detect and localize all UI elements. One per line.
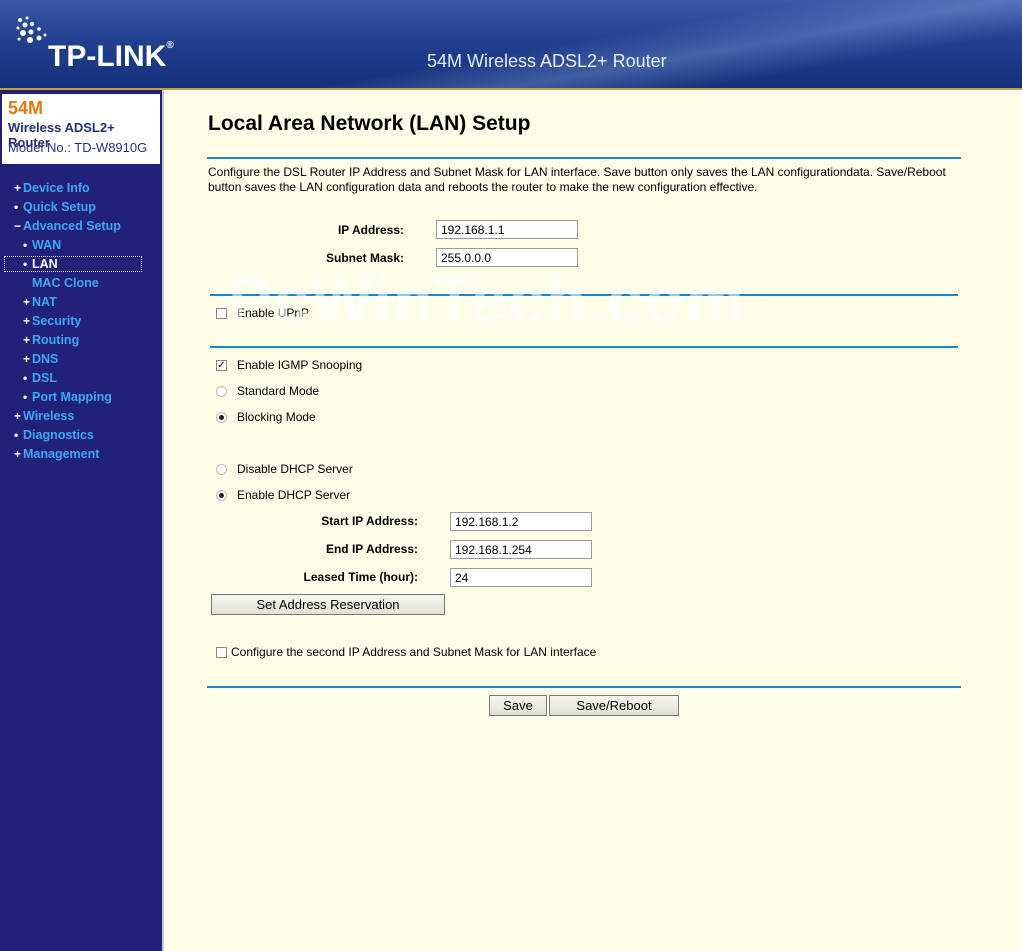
- nav-item-management[interactable]: + Management: [14, 447, 99, 461]
- enable-dhcp-radio[interactable]: [216, 490, 227, 501]
- nav-item-dns[interactable]: + DNS: [23, 352, 58, 366]
- second-ip-checkbox[interactable]: [216, 647, 227, 658]
- nav-item-mac-clone[interactable]: MAC Clone: [23, 276, 99, 290]
- nav-item-wan[interactable]: • WAN: [23, 238, 61, 252]
- divider: [210, 294, 958, 296]
- nav-item-wireless[interactable]: + Wireless: [14, 409, 74, 423]
- upnp-checkbox[interactable]: [216, 308, 227, 319]
- divider: [207, 157, 961, 159]
- nav-item-lan[interactable]: • LAN: [4, 256, 142, 272]
- header-banner: TP-LINK® 54M Wireless ADSL2+ Router: [0, 0, 1022, 90]
- nav-item-device-info[interactable]: + Device Info: [14, 181, 90, 195]
- blocking-mode-label: Blocking Mode: [237, 410, 316, 424]
- sidebar: 54M Wireless ADSL2+ Router Model No.: TD…: [0, 90, 164, 951]
- nav-item-diagnostics[interactable]: • Diagnostics: [14, 428, 94, 442]
- blocking-mode-radio[interactable]: [216, 412, 227, 423]
- nav-item-security[interactable]: + Security: [23, 314, 81, 328]
- second-ip-label: Configure the second IP Address and Subn…: [231, 645, 597, 659]
- main-content: Local Area Network (LAN) Setup Configure…: [164, 90, 1022, 951]
- ip-address-input[interactable]: [436, 220, 578, 239]
- start-ip-label: Start IP Address:: [321, 514, 418, 528]
- nav-item-dsl[interactable]: • DSL: [23, 371, 57, 385]
- disable-dhcp-label: Disable DHCP Server: [237, 462, 353, 476]
- set-address-reservation-button[interactable]: Set Address Reservation: [211, 594, 445, 615]
- nav-item-advanced-setup[interactable]: − Advanced Setup: [14, 219, 121, 233]
- nav-item-routing[interactable]: + Routing: [23, 333, 79, 347]
- end-ip-label: End IP Address:: [325, 542, 418, 556]
- enable-dhcp-label: Enable DHCP Server: [237, 488, 351, 502]
- end-ip-input[interactable]: [450, 540, 592, 559]
- model-number: Model No.: TD-W8910G: [8, 140, 148, 155]
- product-title: 54M Wireless ADSL2+ Router: [427, 51, 667, 71]
- igmp-snooping-checkbox[interactable]: ✓: [216, 360, 227, 371]
- model-info-box: 54M Wireless ADSL2+ Router Model No.: TD…: [2, 94, 160, 164]
- page-title: Local Area Network (LAN) Setup: [208, 112, 531, 135]
- standard-mode-radio[interactable]: [216, 386, 227, 397]
- save-button[interactable]: Save: [489, 695, 547, 716]
- divider: [210, 346, 958, 348]
- page-description: Configure the DSL Router IP Address and …: [208, 165, 946, 194]
- nav-item-port-mapping[interactable]: • Port Mapping: [23, 390, 112, 404]
- save-reboot-button[interactable]: Save/Reboot: [549, 695, 679, 716]
- subnet-mask-input[interactable]: [436, 248, 578, 267]
- brand-logo: TP-LINK®: [48, 40, 174, 73]
- divider: [207, 686, 961, 688]
- igmp-snooping-label: Enable IGMP Snooping: [237, 358, 363, 372]
- subnet-mask-label: Subnet Mask:: [325, 251, 404, 265]
- upnp-label: Enable UPnP: [237, 306, 310, 320]
- model-speed: 54M: [8, 98, 44, 118]
- standard-mode-label: Standard Mode: [237, 384, 320, 398]
- disable-dhcp-radio[interactable]: [216, 464, 227, 475]
- lease-time-label: Leased Time (hour):: [303, 570, 418, 584]
- start-ip-input[interactable]: [450, 512, 592, 531]
- ip-address-label: IP Address:: [337, 223, 404, 237]
- lease-time-input[interactable]: [450, 568, 592, 587]
- header-sweep: [220, 0, 1022, 90]
- nav-item-quick-setup[interactable]: • Quick Setup: [14, 200, 96, 214]
- nav-item-nat[interactable]: + NAT: [23, 295, 57, 309]
- tplink-dots-icon: [16, 16, 47, 43]
